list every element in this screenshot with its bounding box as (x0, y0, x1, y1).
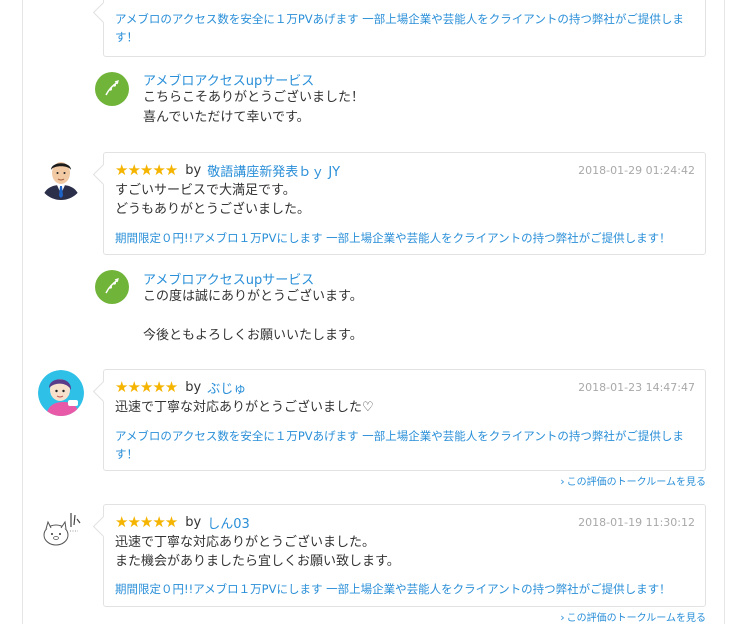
review-card: アメブロのアクセス数を安全に１万PVあげます 一部上場企業や芸能人をクライアント… (103, 0, 706, 57)
review-date: 2018-01-19 11:30:12 (578, 516, 695, 529)
by-label: by (185, 162, 202, 178)
service-link[interactable]: 期間限定０円!!アメブロ１万PVにします 一部上場企業や芸能人をクライアントの持… (115, 229, 695, 247)
chevron-right-icon: › (560, 611, 565, 624)
star-rating: ★★★★★ (115, 161, 178, 179)
seller-reply-text: こちらこそありがとうございました！ 喜んでいただけて幸いです。 (143, 90, 365, 125)
review-text: 迅速で丁寧な対応ありがとうございました♡ (115, 400, 374, 415)
talkroom-link[interactable]: › この評価のトークルームを見る (560, 473, 706, 488)
by-label: by (185, 379, 202, 395)
star-rating: ★★★★★ (115, 513, 178, 531)
review-card: ★★★★★ by 敬語講座新発表ｂｙ JY 2018-01-29 01:24:4… (103, 152, 706, 255)
reviewer-avatar (38, 507, 84, 553)
service-link[interactable]: アメブロのアクセス数を安全に１万PVあげます 一部上場企業や芸能人をクライアント… (115, 427, 695, 463)
reviewer-avatar (38, 154, 84, 200)
seller-avatar (95, 270, 129, 304)
leaf-logo-icon (105, 80, 119, 96)
reviewer-name[interactable]: 敬語講座新発表ｂｙ JY (207, 161, 340, 180)
review-text: すごいサービスで大満足です。 どうもありがとうございました。 (115, 183, 311, 217)
star-rating: ★★★★★ (115, 378, 178, 396)
seller-name[interactable]: アメブロアクセスupサービス (143, 269, 314, 288)
seller-name[interactable]: アメブロアクセスupサービス (143, 70, 314, 89)
leaf-logo-icon (105, 278, 119, 294)
chevron-right-icon: › (560, 475, 565, 488)
reviewer-name[interactable]: ぶじゅ (207, 378, 246, 397)
by-label: by (185, 514, 202, 530)
service-link[interactable]: アメブロのアクセス数を安全に１万PVあげます 一部上場企業や芸能人をクライアント… (115, 10, 695, 46)
review-date: 2018-01-23 14:47:47 (578, 381, 695, 394)
reviewer-name[interactable]: しん03 (207, 513, 250, 532)
review-date: 2018-01-29 01:24:42 (578, 164, 695, 177)
seller-avatar (95, 72, 129, 106)
talkroom-link[interactable]: › この評価のトークルームを見る (560, 609, 706, 624)
review-text: 迅速で丁寧な対応ありがとうございました。 また機会がありましたら宜しくお願い致し… (115, 535, 400, 569)
reviewer-avatar (38, 370, 84, 416)
review-card: ★★★★★ by ぶじゅ 2018-01-23 14:47:47 迅速で丁寧な対… (103, 369, 706, 471)
seller-reply-text: この度は誠にありがとうございます。 今後ともよろしくお願いいたします。 (143, 289, 363, 343)
service-link[interactable]: 期間限定０円!!アメブロ１万PVにします 一部上場企業や芸能人をクライアントの持… (115, 580, 695, 598)
review-card: ★★★★★ by しん03 2018-01-19 11:30:12 迅速で丁寧な… (103, 504, 706, 607)
